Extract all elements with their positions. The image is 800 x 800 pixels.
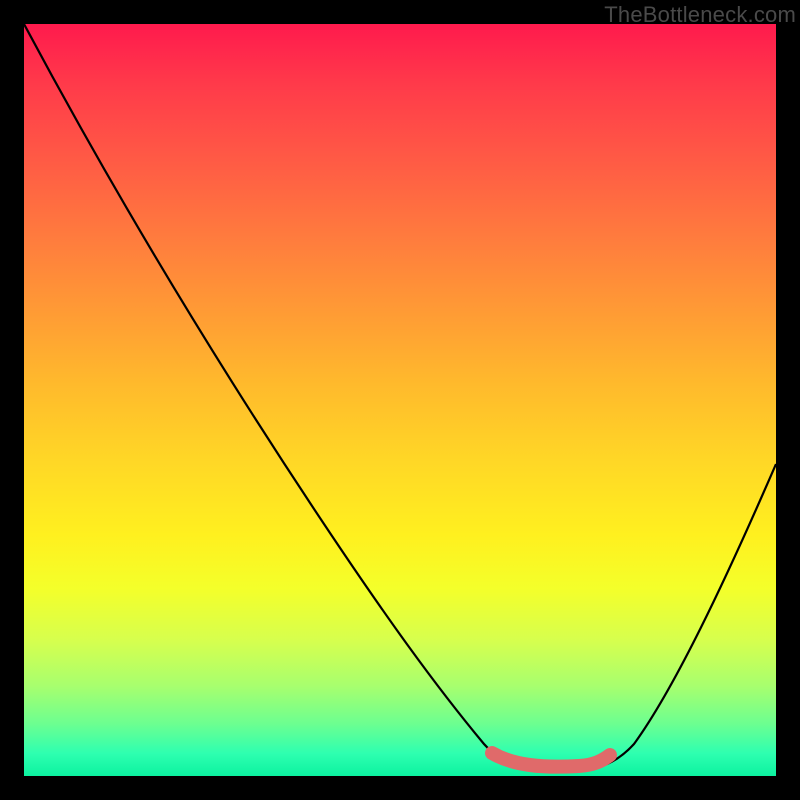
optimal-range-marker (492, 753, 610, 767)
attribution-text: TheBottleneck.com (604, 2, 796, 28)
plot-area (24, 24, 776, 776)
curve-svg (24, 24, 776, 776)
bottleneck-curve (24, 24, 776, 771)
